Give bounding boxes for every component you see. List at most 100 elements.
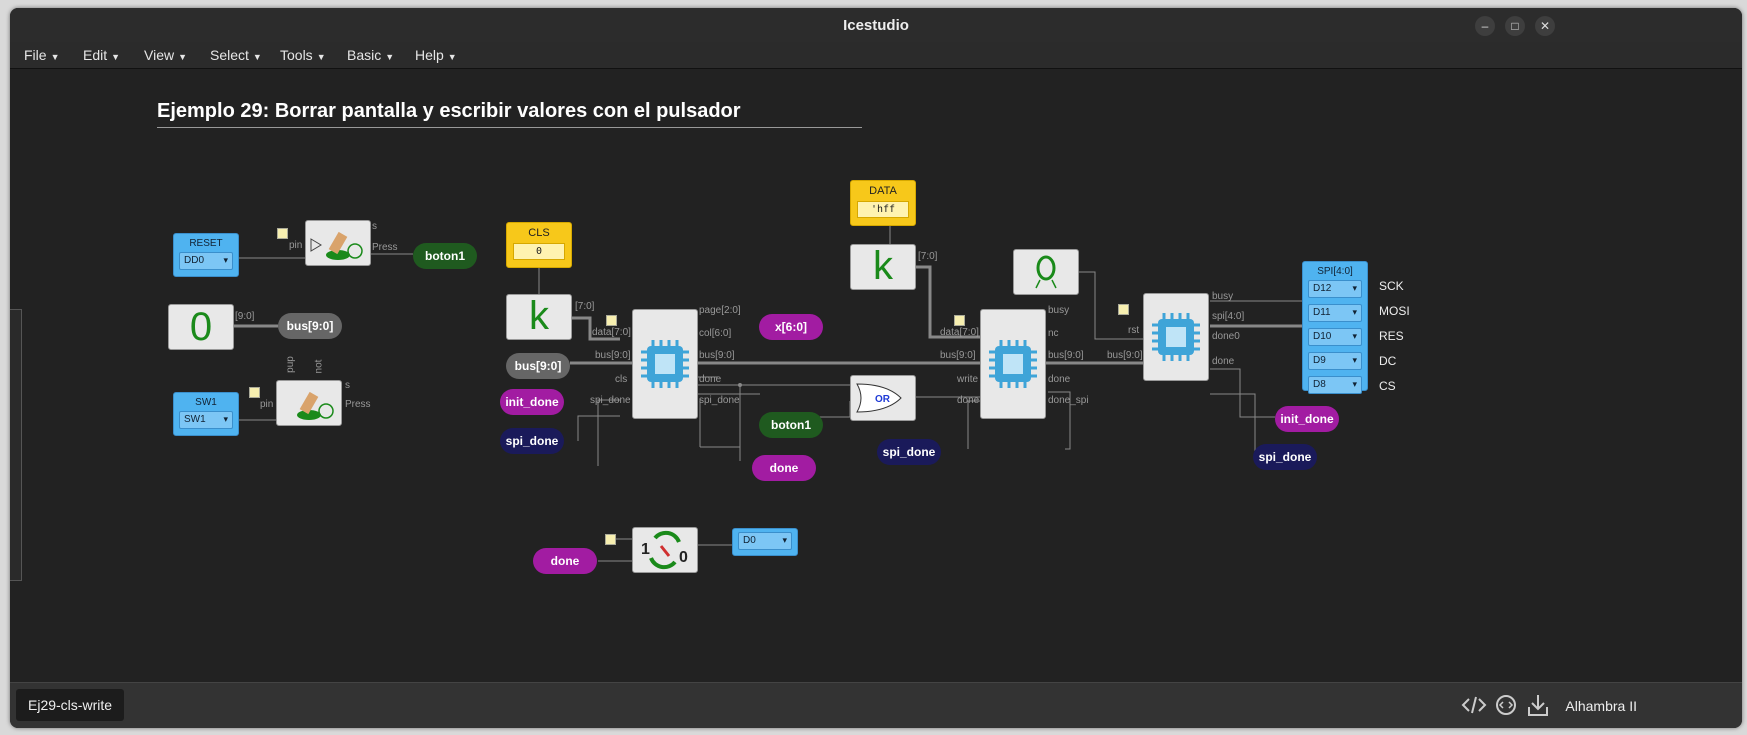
download-icon[interactable] [1524, 691, 1552, 719]
menu-file[interactable]: File ▼ [24, 47, 59, 63]
data-constant-block[interactable]: DATA 'hff [850, 180, 916, 226]
svg-text:0: 0 [679, 549, 688, 566]
port-nc: nc [1048, 328, 1059, 339]
clock-input-5[interactable] [1118, 304, 1129, 315]
clock-input-2[interactable] [249, 387, 260, 398]
clock-input-4[interactable] [954, 315, 965, 326]
spi-output-block[interactable]: SPI[4:0] D12 D11 D10 D9 D8 [1302, 261, 1368, 394]
port-done: done [699, 374, 722, 385]
button-block-1[interactable] [305, 220, 371, 266]
port-done: done [1212, 356, 1235, 367]
clock-input-6[interactable] [605, 534, 616, 545]
label-init-done[interactable]: init_done [500, 389, 564, 415]
reset-input-block[interactable]: RESET DD0 [173, 233, 239, 277]
port-s: s [372, 221, 377, 232]
menu-view[interactable]: View ▼ [144, 47, 187, 63]
output-name: SCK [1379, 279, 1404, 293]
sw1-input-block[interactable]: SW1 SW1 [173, 392, 239, 436]
label-boton1[interactable]: boton1 [759, 412, 823, 438]
port-bus: [7:0] [575, 301, 595, 312]
port-bus: bus[9:0] [595, 350, 631, 361]
spi-pin-select[interactable]: D11 [1308, 304, 1362, 322]
init-module-block[interactable] [1013, 249, 1079, 295]
clock-input-3[interactable] [606, 315, 617, 326]
port-bus: bus[9:0] [1107, 350, 1143, 361]
port-done: done [957, 395, 980, 406]
app-window: Icestudio – □ ✕ File ▼ Edit ▼ View ▼ Select… [10, 8, 1742, 728]
or-gate-block[interactable]: OR [850, 375, 916, 421]
label-spi-done[interactable]: spi_done [1253, 444, 1317, 470]
label-spi-done[interactable]: spi_done [877, 439, 941, 465]
port-done0: done0 [1212, 331, 1240, 342]
menu-tools[interactable]: Tools ▼ [280, 47, 326, 63]
k-block-2[interactable]: k [850, 244, 916, 290]
port-pin: pin [260, 399, 274, 410]
sw1-pin-select[interactable]: SW1 [179, 411, 233, 429]
port-done-spi: done_spi [1048, 395, 1089, 406]
chip-module-1[interactable] [632, 309, 698, 419]
output-name: DC [1379, 354, 1397, 368]
menu-select[interactable]: Select ▼ [210, 47, 262, 63]
spi-pin-select[interactable]: D9 [1308, 352, 1362, 370]
port-not: not [313, 359, 325, 374]
d0-output-block[interactable]: D0 [732, 528, 798, 556]
cls-title: CLS [528, 227, 550, 239]
spi-pin-select[interactable]: D10 [1308, 328, 1362, 346]
or-gate-icon: OR [856, 383, 902, 413]
label-init-done[interactable]: init_done [1275, 406, 1339, 432]
port-bus: bus[9:0] [1048, 350, 1084, 361]
design-canvas[interactable]: Ejemplo 29: Borrar pantalla y escribir v… [10, 69, 1742, 682]
init-icon [1035, 255, 1057, 289]
label-done[interactable]: done [533, 548, 597, 574]
port-col: col[6:0] [699, 328, 732, 339]
output-name: MOSI [1379, 304, 1410, 318]
k-block-1[interactable]: k [506, 294, 572, 340]
settings-icon[interactable] [1492, 691, 1520, 719]
port-bus: [7:0] [918, 251, 938, 262]
data-value[interactable]: 'hff [857, 201, 909, 218]
button-block-2[interactable] [276, 380, 342, 426]
port-bus: bus[9:0] [940, 350, 976, 361]
chip-icon [1152, 313, 1200, 361]
port-cls: cls [615, 374, 628, 385]
svg-text:1: 1 [641, 541, 650, 558]
menu-basic[interactable]: Basic ▼ [347, 47, 394, 63]
clock-input-1[interactable] [277, 228, 288, 239]
minimize-icon[interactable]: – [1475, 16, 1495, 36]
wire-junction [738, 383, 742, 387]
cls-constant-block[interactable]: CLS 0 [506, 222, 572, 268]
project-tab[interactable]: Ej29-cls-write [16, 689, 125, 721]
page-title: Ejemplo 29: Borrar pantalla y escribir v… [157, 100, 741, 122]
cls-value[interactable]: 0 [513, 243, 565, 260]
label-done[interactable]: done [752, 455, 816, 481]
reset-pin-select[interactable]: DD0 [179, 252, 233, 270]
status-bar: Ej29-cls-write Alhambra II [10, 682, 1742, 728]
d0-pin-select[interactable]: D0 [738, 532, 792, 550]
port-pup: pup [284, 356, 296, 373]
spi-pin-select[interactable]: D8 [1308, 376, 1362, 394]
toggle-block[interactable]: 1 0 [632, 527, 698, 573]
menu-help[interactable]: Help ▼ [415, 47, 457, 63]
toggle-icon: 1 0 [641, 530, 688, 570]
label-boton1[interactable]: boton1 [413, 243, 477, 269]
label-bus[interactable]: bus[9:0] [506, 353, 570, 379]
label-x[interactable]: x[6:0] [759, 314, 823, 340]
label-bus[interactable]: bus[9:0] [278, 313, 342, 339]
sw1-title: SW1 [195, 397, 217, 408]
spi-pin-select[interactable]: D12 [1308, 280, 1362, 298]
board-name[interactable]: Alhambra II [1565, 698, 1637, 714]
label-spi-done[interactable]: spi_done [500, 428, 564, 454]
chip-module-2[interactable] [980, 309, 1046, 419]
code-icon[interactable] [1460, 691, 1488, 719]
port-rst: rst [1128, 325, 1140, 336]
spi-module[interactable] [1143, 293, 1209, 381]
chip-icon [641, 340, 689, 388]
maximize-icon[interactable]: □ [1505, 16, 1525, 36]
port-spi: spi[4:0] [1212, 311, 1245, 322]
title-underline [157, 127, 862, 128]
close-icon[interactable]: ✕ [1535, 16, 1555, 36]
menu-edit[interactable]: Edit ▼ [83, 47, 120, 63]
menubar: File ▼ Edit ▼ View ▼ Select ▼ Tools ▼ Basic ▼ … [10, 42, 1742, 69]
output-name: RES [1379, 329, 1404, 343]
constant-zero-block[interactable]: 0 [168, 304, 234, 350]
